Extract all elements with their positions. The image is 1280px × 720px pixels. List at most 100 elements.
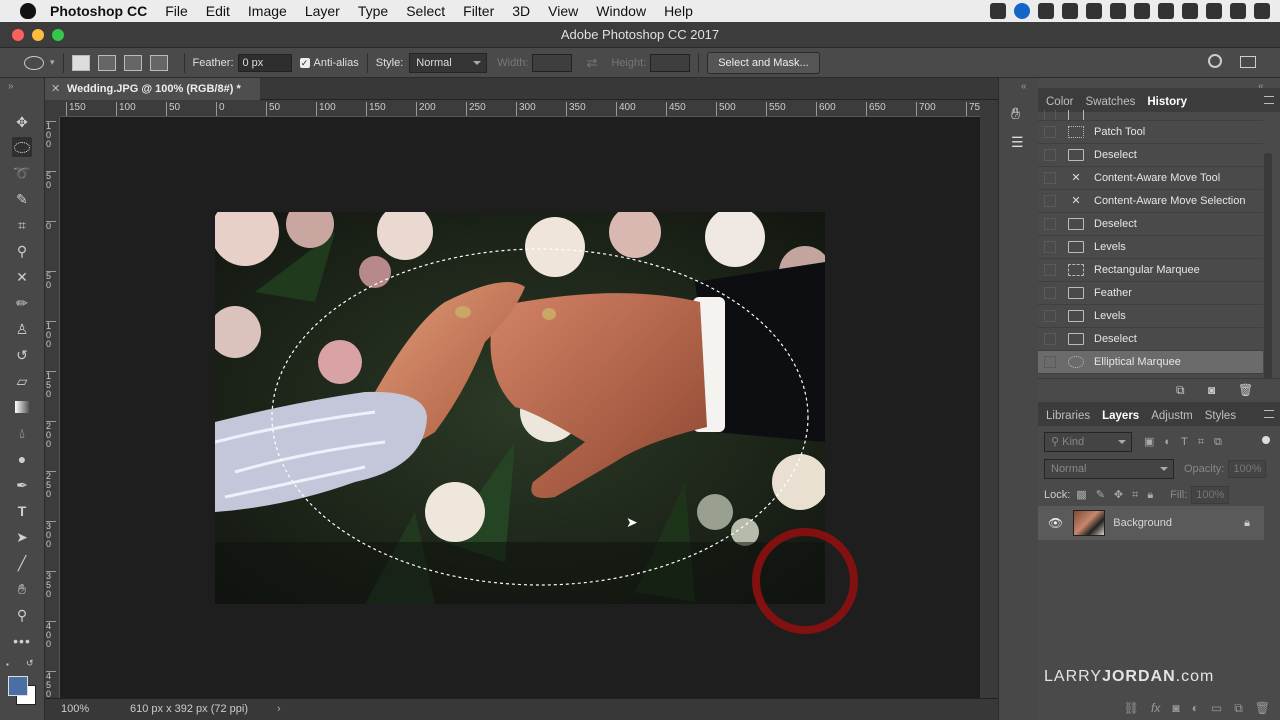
menu-select[interactable]: Select [406, 3, 445, 19]
history-item[interactable]: Deselect [1038, 328, 1263, 351]
document-tab[interactable]: ✕ Wedding.JPG @ 100% (RGB/8#) * [45, 78, 260, 100]
menu-view[interactable]: View [548, 3, 578, 19]
width-input[interactable] [532, 53, 573, 72]
gradient-tool-icon[interactable] [12, 397, 32, 417]
new-layer-icon[interactable]: ⧉ [1234, 701, 1243, 716]
move-tool-icon[interactable]: ✥ [12, 112, 32, 132]
trash-icon[interactable]: 🗑︎ [1238, 383, 1253, 397]
chevron-down-icon[interactable]: ▾ [50, 57, 55, 68]
panel-menu-icon[interactable] [1264, 410, 1274, 418]
eject-icon[interactable] [1206, 3, 1222, 19]
properties-dock-icon[interactable]: ☰ [1011, 134, 1029, 152]
history-item[interactable]: Levels [1038, 305, 1263, 328]
brush-tool-icon[interactable]: ✏ [12, 293, 32, 313]
crop-tool-icon[interactable]: ⌗ [12, 215, 32, 235]
history-item[interactable]: ✕ Content-Aware Move Selection [1038, 190, 1263, 213]
menu-file[interactable]: File [165, 3, 188, 19]
person-icon[interactable] [1134, 3, 1150, 19]
history-scrollbar[interactable] [1264, 153, 1272, 379]
feather-input[interactable]: 0 px [237, 53, 292, 72]
blend-mode-dropdown[interactable]: Normal [1044, 459, 1174, 479]
menu-3d[interactable]: 3D [512, 3, 530, 19]
lock-option-icons[interactable]: ▩✎✥⌗🔒︎ [1076, 488, 1162, 502]
chevron-right-icon[interactable]: › [277, 699, 281, 719]
close-tab-icon[interactable]: ✕ [51, 78, 60, 100]
foreground-color-swatch[interactable] [8, 676, 28, 696]
blur-tool-icon[interactable]: 💧︎ [12, 423, 32, 443]
spotlight-icon[interactable] [1230, 3, 1246, 19]
more-tools-icon[interactable]: ••• [12, 631, 32, 651]
height-input[interactable] [650, 53, 691, 72]
workspace-icon[interactable] [1240, 56, 1256, 68]
menu-window[interactable]: Window [596, 3, 646, 19]
eyedropper-tool-icon[interactable]: ⚲ [12, 241, 32, 261]
info-icon[interactable] [1062, 3, 1078, 19]
history-item[interactable]: Levels [1038, 236, 1263, 259]
pen-tool-icon[interactable]: ✒ [12, 475, 32, 495]
subtract-selection-button[interactable] [123, 54, 142, 71]
zoom-tool-icon[interactable]: ⚲ [12, 605, 32, 625]
zoom-window-button[interactable] [52, 29, 64, 41]
apple-icon[interactable] [20, 3, 36, 19]
status-dot-icon[interactable] [1014, 3, 1030, 19]
expand-panels-icon[interactable]: « [1021, 81, 1027, 92]
creative-cloud-icon[interactable] [990, 3, 1006, 19]
tab-adjustments[interactable]: Adjustm [1143, 410, 1197, 426]
vertical-ruler[interactable]: 1 0 0 5 0 0 5 0 1 0 0 1 5 0 2 0 0 2 5 0 3 0 0 3 5… [45, 117, 60, 698]
history-brush-tool-icon[interactable]: ↺ [12, 345, 32, 365]
fill-input[interactable]: 100% [1191, 486, 1230, 504]
lock-icon[interactable]: 🔒︎ [1244, 517, 1250, 530]
dropbox-icon[interactable] [1038, 3, 1054, 19]
add-mask-icon[interactable]: ◙ [1172, 701, 1179, 715]
filter-type-icons[interactable]: ▣◐T⌗⧉ [1144, 435, 1232, 449]
ruler-origin[interactable] [45, 100, 60, 117]
select-and-mask-button[interactable]: Select and Mask... [707, 51, 820, 74]
snapshot-checkbox[interactable] [1044, 310, 1056, 322]
notifications-icon[interactable] [1254, 3, 1270, 19]
history-brush-dock-icon[interactable]: ✋︎ [1011, 106, 1029, 124]
wedding-photo[interactable] [215, 212, 825, 604]
clone-stamp-tool-icon[interactable]: ♙ [12, 319, 32, 339]
magnifier-app-icon[interactable] [1182, 3, 1198, 19]
history-item-selected[interactable]: Elliptical Marquee [1038, 351, 1263, 374]
style-dropdown[interactable]: Normal [409, 52, 488, 73]
new-selection-button[interactable] [71, 54, 90, 71]
snapshot-checkbox[interactable] [1044, 126, 1056, 138]
tab-layers[interactable]: Layers [1094, 410, 1143, 426]
history-item[interactable]: Rectangular Marquee [1038, 259, 1263, 282]
eye-icon[interactable]: 👁︎ [1048, 516, 1063, 530]
menu-type[interactable]: Type [358, 3, 388, 19]
panel-menu-icon[interactable] [1264, 96, 1274, 104]
canvas-area[interactable]: ➤ [60, 117, 980, 698]
history-item[interactable]: Patch Tool [1038, 121, 1263, 144]
intersect-selection-button[interactable] [149, 54, 168, 71]
app-menu[interactable]: Photoshop CC [50, 3, 147, 19]
snapshot-checkbox[interactable] [1044, 287, 1056, 299]
history-item[interactable]: ✕ Content-Aware Move Tool [1038, 167, 1263, 190]
dodge-tool-icon[interactable]: ● [12, 449, 32, 469]
camera-icon[interactable] [1110, 3, 1126, 19]
snapshot-checkbox[interactable] [1044, 241, 1056, 253]
minimize-window-button[interactable] [32, 29, 44, 41]
link-layers-icon[interactable]: ⛓ [1124, 701, 1139, 715]
collapse-icon[interactable]: » [8, 81, 14, 92]
history-item-open[interactable] [1038, 110, 1263, 121]
history-item[interactable]: Deselect [1038, 144, 1263, 167]
default-colors-icon[interactable]: ▪ [6, 660, 9, 669]
type-tool-icon[interactable]: T [12, 501, 32, 521]
antialias-checkbox[interactable]: ✓ [299, 57, 310, 68]
snapshot-checkbox[interactable] [1044, 333, 1056, 345]
swap-icon[interactable]: ⇄ [586, 55, 597, 71]
lasso-tool-icon[interactable]: ➰ [12, 163, 32, 183]
history-item[interactable]: Deselect [1038, 213, 1263, 236]
line-tool-icon[interactable]: ╱ [12, 553, 32, 573]
fx-icon[interactable]: fx [1151, 701, 1160, 715]
path-selection-tool-icon[interactable]: ➤ [12, 527, 32, 547]
menu-edit[interactable]: Edit [206, 3, 230, 19]
snapshot-checkbox[interactable] [1044, 149, 1056, 161]
close-window-button[interactable] [12, 29, 24, 41]
menu-help[interactable]: Help [664, 3, 693, 19]
snapshot-camera-icon[interactable]: ◙ [1208, 383, 1215, 397]
snapshot-checkbox[interactable] [1044, 264, 1056, 276]
elliptical-marquee-preset-icon[interactable] [24, 55, 44, 70]
